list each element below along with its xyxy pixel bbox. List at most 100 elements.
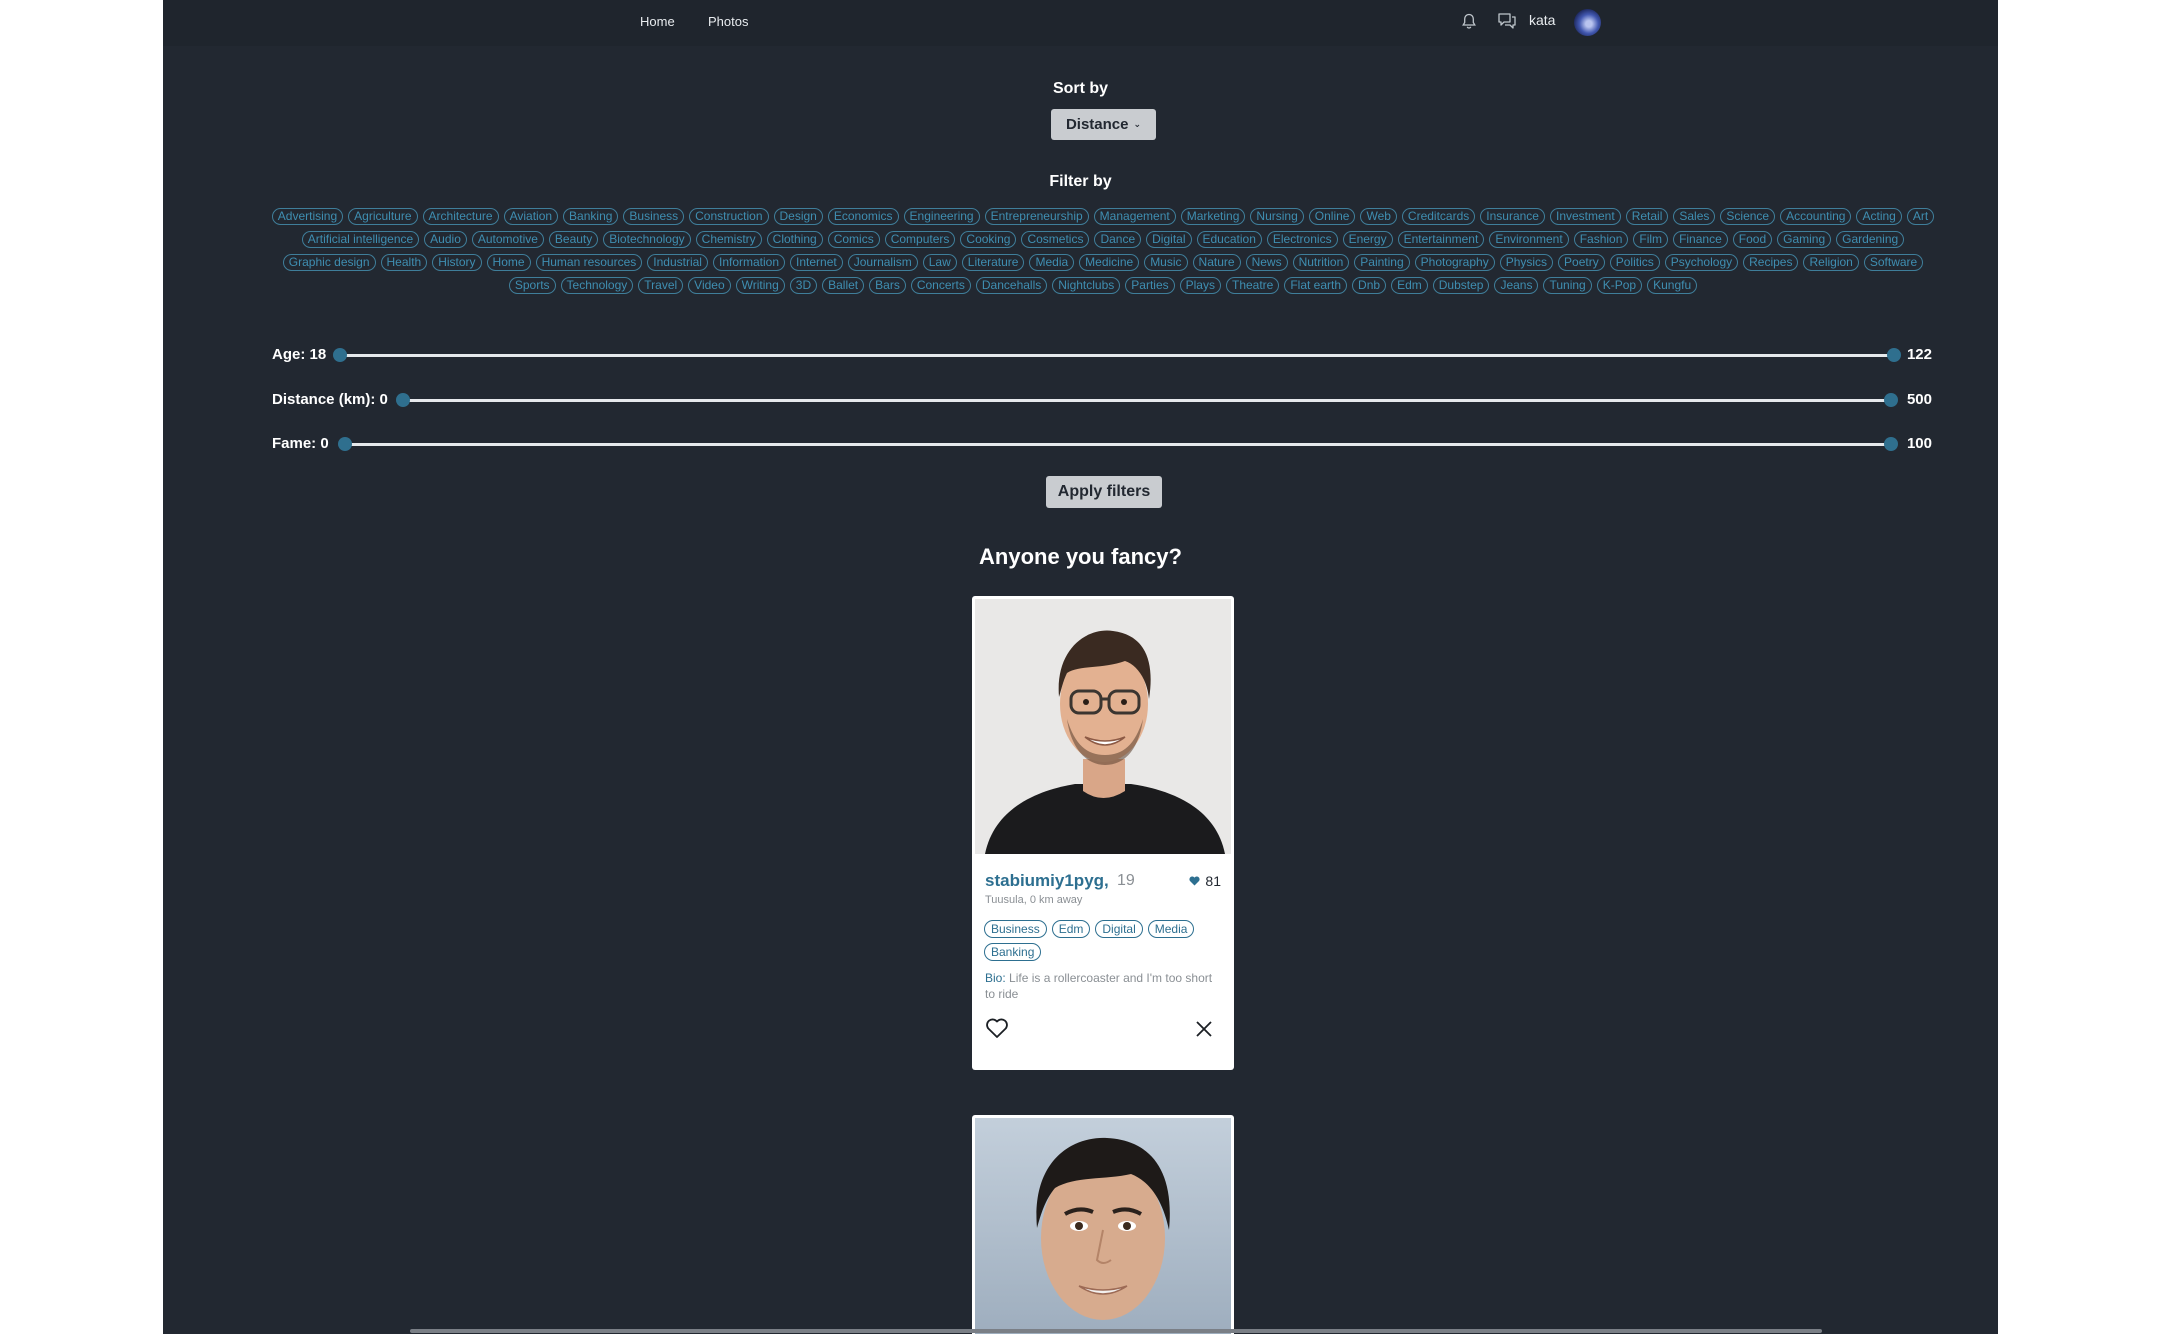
- filter-tag[interactable]: Medicine: [1079, 254, 1140, 271]
- filter-tag[interactable]: Media: [1029, 254, 1075, 271]
- filter-tag[interactable]: Bars: [869, 277, 906, 294]
- profile-card[interactable]: stabiumiy1pyg, 19 81 Tuusula, 0 km away …: [972, 596, 1234, 1070]
- filter-tag[interactable]: Energy: [1342, 231, 1393, 248]
- age-slider[interactable]: Age: 18 122: [272, 343, 1932, 367]
- filter-tag[interactable]: Artificial intelligence: [301, 231, 420, 248]
- filter-tag[interactable]: Comics: [827, 231, 880, 248]
- fame-max-handle[interactable]: [1884, 437, 1898, 451]
- filter-tag[interactable]: Automotive: [471, 231, 544, 248]
- filter-tag[interactable]: Kungfu: [1647, 277, 1698, 294]
- filter-tag[interactable]: Agriculture: [348, 208, 418, 225]
- filter-tag[interactable]: 3D: [789, 277, 818, 294]
- filter-tag[interactable]: Poetry: [1558, 254, 1605, 271]
- filter-tag[interactable]: Investment: [1549, 208, 1621, 225]
- filter-tag[interactable]: Ballet: [822, 277, 865, 294]
- filter-tag[interactable]: Chemistry: [695, 231, 762, 248]
- filter-tag[interactable]: Flat earth: [1284, 277, 1348, 294]
- distance-max-handle[interactable]: [1884, 393, 1898, 407]
- filter-tag[interactable]: Jeans: [1494, 277, 1539, 294]
- filter-tag[interactable]: Finance: [1673, 231, 1728, 248]
- filter-tag[interactable]: Technology: [560, 277, 634, 294]
- filter-tag[interactable]: Acting: [1856, 208, 1902, 225]
- filter-tag[interactable]: Human resources: [535, 254, 643, 271]
- filter-tag[interactable]: Internet: [790, 254, 843, 271]
- chat-icon[interactable]: [1497, 11, 1517, 31]
- filter-tag[interactable]: Psychology: [1664, 254, 1739, 271]
- filter-tag[interactable]: Film: [1633, 231, 1669, 248]
- filter-tag[interactable]: Entertainment: [1397, 231, 1485, 248]
- filter-tag[interactable]: Painting: [1354, 254, 1410, 271]
- filter-tag[interactable]: Parties: [1125, 277, 1175, 294]
- filter-tag[interactable]: Fashion: [1573, 231, 1629, 248]
- filter-tag[interactable]: Cooking: [960, 231, 1017, 248]
- filter-tag[interactable]: Software: [1863, 254, 1924, 271]
- filter-tag[interactable]: Video: [688, 277, 731, 294]
- fame-slider[interactable]: Fame: 0 100: [272, 432, 1932, 456]
- profile-photo[interactable]: [975, 1118, 1231, 1334]
- filter-tag[interactable]: Construction: [689, 208, 769, 225]
- filter-tag[interactable]: Computers: [884, 231, 956, 248]
- user-avatar[interactable]: [1574, 9, 1601, 36]
- filter-tag[interactable]: Edm: [1391, 277, 1428, 294]
- username-label[interactable]: kata: [1529, 12, 1555, 28]
- filter-tag[interactable]: Politics: [1609, 254, 1660, 271]
- filter-tag[interactable]: Environment: [1489, 231, 1569, 248]
- filter-tag[interactable]: Biotechnology: [603, 231, 691, 248]
- filter-tag[interactable]: Architecture: [422, 208, 499, 225]
- filter-tag[interactable]: Accounting: [1780, 208, 1852, 225]
- filter-tag[interactable]: Religion: [1803, 254, 1859, 271]
- filter-tag[interactable]: Web: [1360, 208, 1397, 225]
- nav-photos-link[interactable]: Photos: [708, 14, 748, 29]
- filter-tag[interactable]: Creditcards: [1401, 208, 1476, 225]
- filter-tag[interactable]: Dance: [1094, 231, 1142, 248]
- filter-tag[interactable]: Law: [922, 254, 957, 271]
- filter-tag[interactable]: Art: [1906, 208, 1935, 225]
- age-max-handle[interactable]: [1887, 348, 1901, 362]
- filter-tag[interactable]: History: [432, 254, 482, 271]
- filter-tag[interactable]: Concerts: [910, 277, 971, 294]
- fame-slider-track[interactable]: [345, 443, 1891, 446]
- filter-tag[interactable]: Journalism: [847, 254, 918, 271]
- horizontal-scrollbar[interactable]: [410, 1329, 1822, 1333]
- apply-filters-button[interactable]: Apply filters: [1046, 476, 1162, 508]
- filter-tag[interactable]: Management: [1093, 208, 1176, 225]
- distance-slider[interactable]: Distance (km): 0 500: [272, 388, 1932, 412]
- filter-tag[interactable]: Insurance: [1480, 208, 1545, 225]
- filter-tag[interactable]: Cosmetics: [1021, 231, 1090, 248]
- filter-tag[interactable]: Business: [623, 208, 685, 225]
- filter-tag[interactable]: News: [1245, 254, 1288, 271]
- filter-tag[interactable]: Writing: [735, 277, 785, 294]
- filter-tag[interactable]: Sports: [508, 277, 556, 294]
- filter-tag[interactable]: Theatre: [1225, 277, 1280, 294]
- sort-dropdown[interactable]: Distance ⌄: [1051, 109, 1156, 140]
- filter-tag[interactable]: Sales: [1673, 208, 1716, 225]
- filter-tag[interactable]: Dnb: [1352, 277, 1387, 294]
- filter-tag[interactable]: Gaming: [1777, 231, 1832, 248]
- profile-name[interactable]: stabiumiy1pyg,: [985, 871, 1109, 891]
- filter-tag[interactable]: Nursing: [1250, 208, 1304, 225]
- filter-tag[interactable]: Aviation: [503, 208, 559, 225]
- filter-tag[interactable]: Physics: [1499, 254, 1554, 271]
- filter-tag[interactable]: Electronics: [1266, 231, 1338, 248]
- filter-tag[interactable]: Information: [712, 254, 786, 271]
- filter-tag[interactable]: Economics: [827, 208, 899, 225]
- filter-tag[interactable]: Dancehalls: [975, 277, 1048, 294]
- fame-min-handle[interactable]: [338, 437, 352, 451]
- filter-tag[interactable]: Engineering: [903, 208, 980, 225]
- filter-tag[interactable]: Gardening: [1836, 231, 1905, 248]
- filter-tag[interactable]: Travel: [638, 277, 684, 294]
- dismiss-button[interactable]: [1194, 1019, 1214, 1039]
- filter-tag[interactable]: Food: [1732, 231, 1773, 248]
- filter-tag[interactable]: Nature: [1192, 254, 1241, 271]
- filter-tag[interactable]: Audio: [424, 231, 467, 248]
- filter-tag[interactable]: Nightclubs: [1052, 277, 1121, 294]
- filter-tag[interactable]: Music: [1144, 254, 1188, 271]
- filter-tag[interactable]: K-Pop: [1596, 277, 1643, 294]
- filter-tag[interactable]: Marketing: [1180, 208, 1246, 225]
- filter-tag[interactable]: Clothing: [766, 231, 823, 248]
- filter-tag[interactable]: Dubstep: [1432, 277, 1490, 294]
- filter-tag[interactable]: Nutrition: [1292, 254, 1350, 271]
- filter-tag[interactable]: Online: [1308, 208, 1356, 225]
- profile-photo[interactable]: [975, 599, 1231, 854]
- nav-home-link[interactable]: Home: [640, 14, 675, 29]
